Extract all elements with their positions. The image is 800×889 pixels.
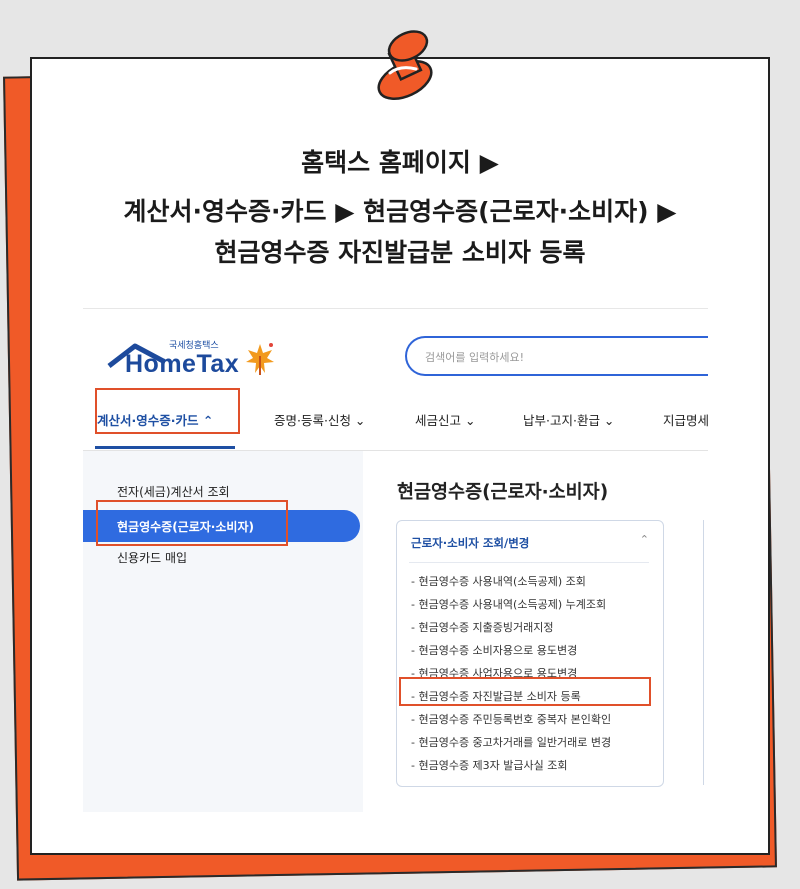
nav-item-payment[interactable]: 납부·고지·환급 ⌄: [523, 410, 614, 429]
sidebar-item-credit-card[interactable]: 신용카드 매입: [117, 549, 187, 566]
headline-line-3: 현금영수증 자진발급분 소비자 등록: [214, 238, 586, 267]
card-divider: [409, 562, 649, 563]
card-item-third-party-issue[interactable]: - 현금영수증 제3자 발급사실 조회: [411, 757, 568, 773]
card-item-used-car-change[interactable]: - 현금영수증 중고차거래를 일반거래로 변경: [411, 734, 611, 750]
logo-text: HomeTax: [125, 350, 240, 378]
highlight-nav-menu: [95, 388, 240, 434]
search-placeholder: 검색어를 입력하세요!: [425, 351, 524, 364]
nav-item-certificates[interactable]: 증명·등록·신청 ⌄: [274, 410, 365, 429]
sidebar-item-e-invoice[interactable]: 전자(세금)계산서 조회: [117, 483, 230, 500]
active-tab-indicator: [95, 446, 235, 449]
card-item-duplicate-id-verify[interactable]: - 현금영수증 주민등록번호 중복자 본인확인: [411, 711, 611, 727]
card-header[interactable]: 근로자·소비자 조회/변경: [411, 535, 529, 551]
card-item-cumulative-usage[interactable]: - 현금영수증 사용내역(소득공제) 누계조회: [411, 596, 606, 612]
divider: [83, 308, 708, 309]
headline-line-2: 계산서·영수증·카드 ▶ 현금영수증(근로자·소비자) ▶: [123, 197, 677, 226]
nav-item-payment-statement[interactable]: 지급명세: [663, 410, 708, 429]
menu-card: 근로자·소비자 조회/변경 ⌃ - 현금영수증 사용내역(소득공제) 조회 - …: [396, 520, 664, 787]
hometax-screenshot: 국세청홈택스 HomeTax 검색어를 입력하세요! 계산서·영수증·카드 ⌃ …: [83, 312, 708, 812]
card-item-to-consumer-use[interactable]: - 현금영수증 소비자용으로 용도변경: [411, 642, 577, 658]
maple-leaf-icon: [246, 343, 274, 375]
card-item-expense-proof[interactable]: - 현금영수증 지출증빙거래지정: [411, 619, 554, 635]
page-title: 현금영수증(근로자·소비자): [397, 482, 609, 503]
nav-item-tax-filing[interactable]: 세금신고 ⌄: [415, 410, 475, 429]
chevron-up-icon[interactable]: ⌃: [640, 533, 649, 546]
search-input[interactable]: 검색어를 입력하세요!: [405, 336, 708, 376]
next-card-edge: [703, 520, 708, 785]
highlight-sidebar-item: [96, 500, 288, 546]
headline-line-1: 홈택스 홈페이지 ▶: [301, 148, 499, 177]
highlight-target-item: [399, 677, 651, 706]
card-item-usage-history[interactable]: - 현금영수증 사용내역(소득공제) 조회: [411, 573, 586, 589]
pushpin-icon: [377, 30, 433, 100]
